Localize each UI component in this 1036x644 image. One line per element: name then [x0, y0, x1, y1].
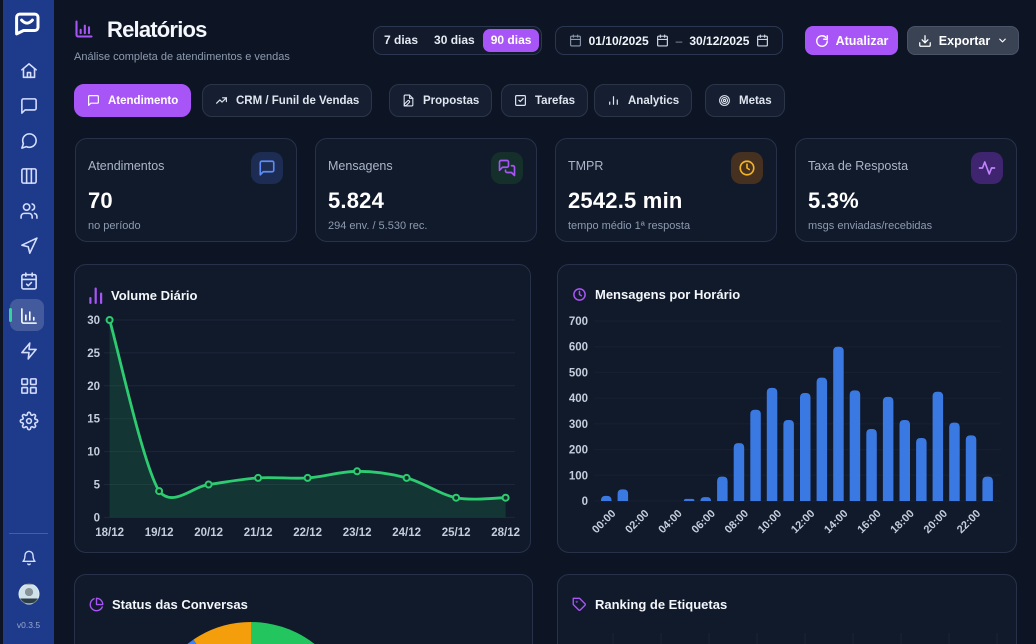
svg-text:20: 20: [87, 381, 100, 393]
svg-text:15: 15: [87, 414, 100, 426]
svg-text:24/12: 24/12: [392, 527, 421, 539]
svg-text:19/12: 19/12: [145, 527, 174, 539]
svg-text:02:00: 02:00: [623, 508, 651, 536]
svg-text:700: 700: [569, 316, 588, 328]
svg-text:28/12: 28/12: [491, 527, 520, 539]
svg-text:00:00: 00:00: [590, 508, 618, 536]
svg-text:20/12: 20/12: [194, 527, 223, 539]
svg-text:25/12: 25/12: [442, 527, 471, 539]
svg-text:04:00: 04:00: [656, 508, 684, 536]
svg-text:23/12: 23/12: [343, 527, 372, 539]
svg-text:300: 300: [569, 419, 588, 431]
svg-text:10:00: 10:00: [756, 508, 784, 536]
svg-text:22:00: 22:00: [955, 508, 983, 536]
svg-text:14:00: 14:00: [822, 508, 850, 536]
svg-text:08:00: 08:00: [723, 508, 751, 536]
svg-text:600: 600: [569, 342, 588, 354]
svg-text:0: 0: [582, 496, 588, 508]
svg-text:200: 200: [569, 445, 588, 457]
svg-text:25: 25: [87, 348, 100, 360]
svg-text:500: 500: [569, 367, 588, 379]
svg-text:18/12: 18/12: [95, 527, 124, 539]
svg-text:5: 5: [94, 480, 101, 492]
svg-text:16:00: 16:00: [855, 508, 883, 536]
svg-text:12:00: 12:00: [789, 508, 817, 536]
svg-text:400: 400: [569, 393, 588, 405]
svg-text:20:00: 20:00: [922, 508, 950, 536]
svg-text:10: 10: [87, 447, 100, 459]
svg-text:0: 0: [94, 512, 100, 524]
svg-text:100: 100: [569, 470, 588, 482]
svg-text:18:00: 18:00: [888, 508, 916, 536]
svg-text:06:00: 06:00: [690, 508, 718, 536]
svg-text:30: 30: [87, 315, 100, 327]
svg-text:21/12: 21/12: [244, 527, 273, 539]
svg-text:22/12: 22/12: [293, 527, 322, 539]
